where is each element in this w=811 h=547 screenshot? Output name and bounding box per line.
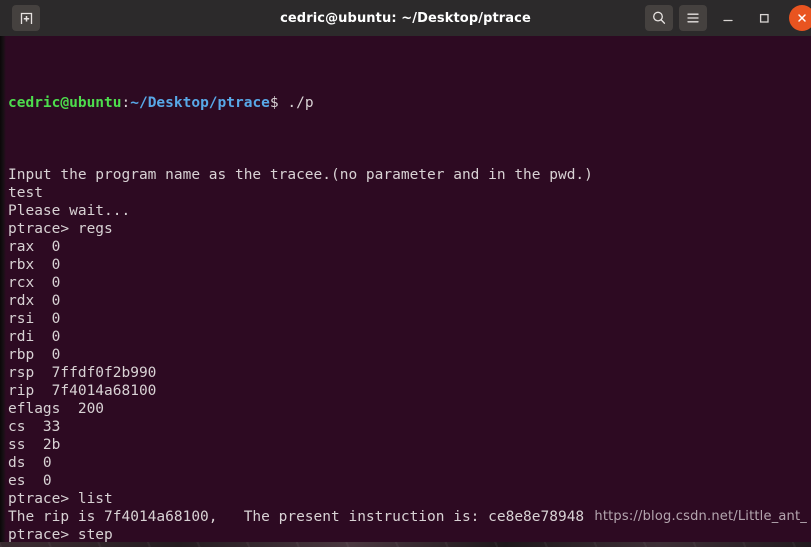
terminal-line: rax 0 — [8, 239, 61, 255]
prompt-user-host: cedric@ubuntu — [8, 95, 122, 111]
terminal-line: ptrace> list — [8, 491, 113, 507]
new-tab-icon — [20, 12, 32, 24]
minimize-button[interactable] — [713, 3, 743, 33]
terminal-line: Please wait... — [8, 203, 131, 219]
minimize-icon — [723, 19, 733, 22]
terminal-line: rbx 0 — [8, 257, 61, 273]
hamburger-menu-icon — [687, 13, 699, 23]
search-icon — [653, 11, 666, 24]
terminal-line: rdx 0 — [8, 293, 61, 309]
terminal-line: ds 0 — [8, 455, 52, 471]
terminal-output: cedric@ubuntu:~/Desktop/ptrace$ ./p Inpu… — [8, 40, 811, 542]
terminal-line: rsi 0 — [8, 311, 61, 327]
terminal-line: The rip is 7f4014a68100, The present ins… — [8, 509, 585, 525]
terminal-line: ptrace> regs — [8, 221, 113, 237]
prompt-colon: : — [121, 95, 131, 111]
terminal-window: cedric@ubuntu: ~/Desktop/ptrace cedric@u… — [0, 0, 811, 542]
terminal-line: es 0 — [8, 473, 52, 489]
terminal-line: rdi 0 — [8, 329, 61, 345]
titlebar-controls — [645, 3, 811, 33]
terminal-line: rbp 0 — [8, 347, 61, 363]
menu-button[interactable] — [679, 5, 707, 31]
prompt-path: ~/Desktop/ptrace — [130, 95, 270, 111]
terminal-line: ptrace> step — [8, 527, 113, 542]
close-icon — [798, 14, 806, 22]
prompt-sigil: $ — [269, 95, 288, 111]
new-tab-button[interactable] — [12, 5, 40, 31]
terminal-line: Input the program name as the tracee.(no… — [8, 167, 593, 183]
maximize-button[interactable] — [749, 3, 779, 33]
terminal-line: rcx 0 — [8, 275, 61, 291]
prompt-command: ./p — [287, 95, 314, 111]
terminal-line: eflags 200 — [8, 401, 105, 417]
terminal-line: test — [8, 185, 43, 201]
terminal-screen[interactable]: cedric@ubuntu:~/Desktop/ptrace$ ./p Inpu… — [6, 36, 811, 542]
prompt-line: cedric@ubuntu:~/Desktop/ptrace$ ./p — [8, 94, 811, 112]
terminal-line: rsp 7ffdf0f2b990 — [8, 365, 157, 381]
terminal-line: rip 7f4014a68100 — [8, 383, 157, 399]
terminal-body[interactable]: cedric@ubuntu:~/Desktop/ptrace$ ./p Inpu… — [0, 36, 811, 542]
close-button[interactable] — [789, 5, 811, 31]
terminal-output-rows: Input the program name as the tracee.(no… — [8, 166, 811, 542]
maximize-icon — [759, 13, 769, 23]
title-bar: cedric@ubuntu: ~/Desktop/ptrace — [0, 0, 811, 36]
terminal-line: ss 2b — [8, 437, 61, 453]
search-button[interactable] — [645, 5, 673, 31]
terminal-line: cs 33 — [8, 419, 61, 435]
